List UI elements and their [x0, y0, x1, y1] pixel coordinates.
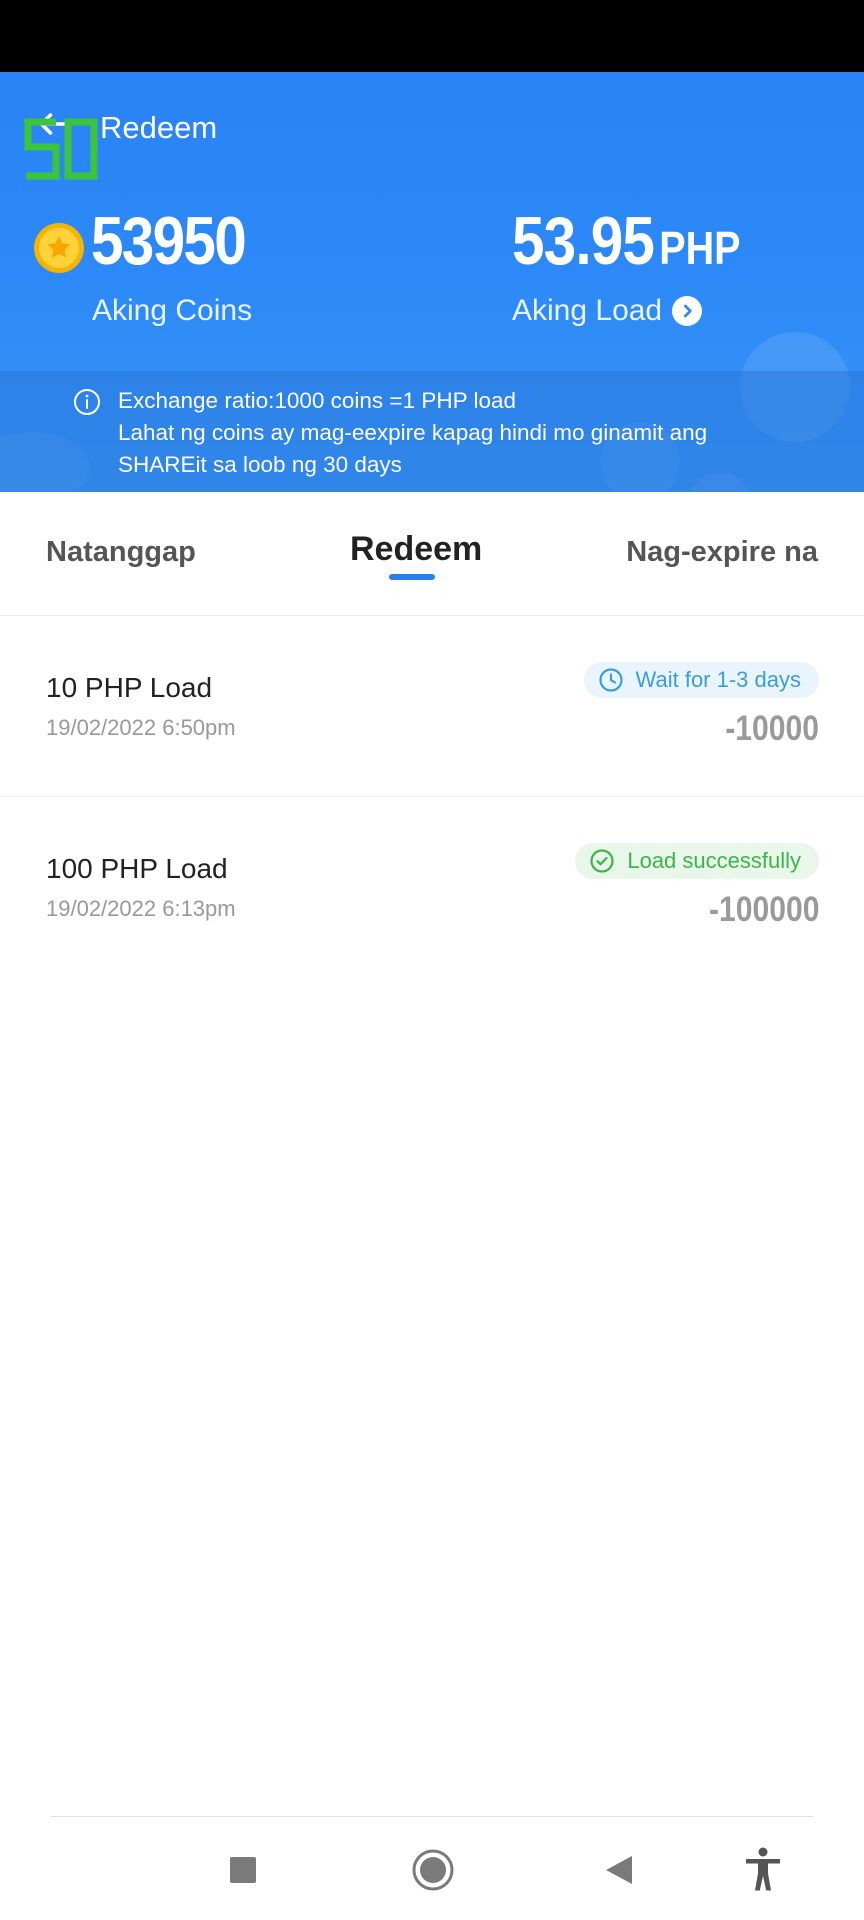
- status-text: Wait for 1-3 days: [635, 667, 801, 692]
- info-line: SHAREit sa loob ng 30 days: [118, 452, 402, 477]
- watermark-logo: [24, 118, 98, 180]
- exchange-info-banner: Exchange ratio:1000 coins =1 PHP load La…: [0, 371, 864, 492]
- transaction-date: 19/02/2022 6:13pm: [46, 896, 236, 921]
- tab-natanggap[interactable]: Natanggap: [46, 536, 196, 569]
- coin-icon: [34, 223, 84, 273]
- transaction-amount: -100000: [708, 890, 819, 929]
- check-circle-icon: [590, 849, 614, 873]
- exchange-info-text: Exchange ratio:1000 coins =1 PHP load La…: [118, 385, 707, 481]
- nav-back-button[interactable]: [594, 1845, 644, 1895]
- tab-redeem[interactable]: Redeem: [350, 530, 482, 569]
- transaction-date: 19/02/2022 6:50pm: [46, 715, 236, 740]
- transaction-amount: -10000: [725, 709, 819, 748]
- tab-bar: Natanggap Redeem Nag-expire na: [0, 492, 864, 616]
- load-value: 53.95: [512, 203, 655, 279]
- info-line: Lahat ng coins ay mag-eexpire kapag hind…: [118, 420, 708, 445]
- transaction-title: 10 PHP Load: [46, 672, 213, 703]
- accessibility-icon: [746, 1847, 780, 1891]
- status-badge: Wait for 1-3 days: [583, 662, 819, 698]
- info-icon: [74, 389, 100, 415]
- transaction-title: 100 PHP Load: [46, 853, 228, 884]
- transaction-row[interactable]: 100 PHP Load 19/02/2022 6:13pm Load succ…: [0, 798, 864, 978]
- load-link[interactable]: Aking Load: [512, 294, 703, 328]
- coins-label: Aking Coins: [92, 294, 253, 327]
- accessibility-button[interactable]: [738, 1845, 788, 1895]
- nav-recents-button[interactable]: [218, 1845, 268, 1895]
- coins-balance: 53950: [91, 203, 247, 279]
- triangle-back-icon: [606, 1856, 632, 1884]
- transaction-row[interactable]: 10 PHP Load 19/02/2022 6:50pm Wait for 1…: [0, 617, 864, 797]
- tab-nag-expire-na[interactable]: Nag-expire na: [626, 536, 818, 569]
- load-unit: PHP: [659, 222, 741, 274]
- page-title: Redeem: [100, 110, 218, 145]
- header-panel: Redeem 53950 Aking Coins 53.95 PHP Aking …: [0, 72, 864, 492]
- square-icon: [230, 1857, 256, 1883]
- status-bar: [0, 0, 864, 72]
- nav-divider: [50, 1816, 814, 1817]
- info-line: Exchange ratio:1000 coins =1 PHP load: [118, 388, 516, 413]
- home-circle-icon: [412, 1849, 454, 1891]
- active-tab-indicator: [389, 574, 435, 580]
- load-balance: 53.95 PHP: [512, 202, 741, 280]
- nav-home-button[interactable]: [408, 1845, 458, 1895]
- chevron-right-icon: [672, 296, 703, 326]
- clock-icon: [598, 668, 623, 692]
- status-text: Load successfully: [627, 848, 801, 873]
- load-label: Aking Load: [512, 294, 663, 327]
- status-badge: Load successfully: [575, 843, 819, 879]
